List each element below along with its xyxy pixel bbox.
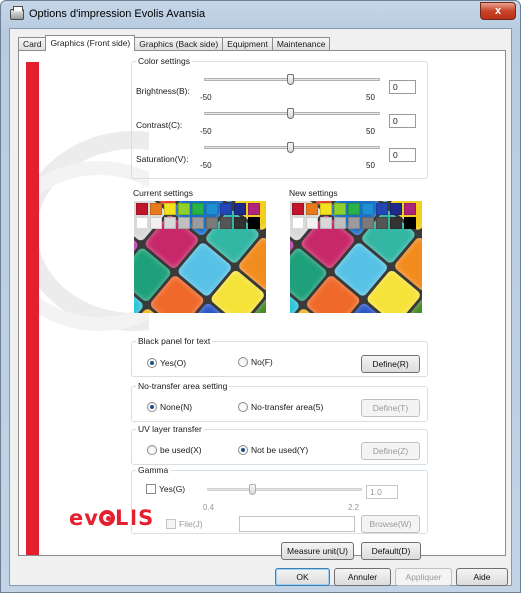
black-panel-title: Black panel for text <box>136 336 213 346</box>
uv-not-used-radio[interactable] <box>238 445 248 455</box>
brightness-max: 50 <box>366 93 375 102</box>
uv-not-used-label[interactable]: Not be used(Y) <box>251 445 308 455</box>
contrast-label: Contrast(C): <box>136 120 183 130</box>
brightness-label: Brightness(B): <box>136 86 190 96</box>
tab-graphics-front[interactable]: Graphics (Front side) <box>45 35 136 51</box>
ok-button[interactable]: OK <box>275 568 330 586</box>
gamma-input[interactable]: 1.0 <box>366 485 398 499</box>
tab-strip: Card Graphics (Front side) Graphics (Bac… <box>18 35 331 51</box>
saturation-label: Saturation(V): <box>136 154 189 164</box>
gamma-max: 2.2 <box>348 503 360 512</box>
uv-used-label[interactable]: be used(X) <box>160 445 202 455</box>
gamma-file-path-input[interactable] <box>239 516 355 532</box>
tab-card[interactable]: Card <box>18 37 47 51</box>
apply-button[interactable]: Appliquer <box>395 568 452 586</box>
gamma-track <box>207 488 362 491</box>
title-bar[interactable]: Options d'impression Evolis Avansia x <box>1 1 520 28</box>
uv-used-radio[interactable] <box>147 445 157 455</box>
gamma-yes-label[interactable]: Yes(G) <box>159 484 185 494</box>
tab-page-graphics-front: ev LIS Color settings Brightness(B): -50 … <box>18 50 506 560</box>
dialog-window: Options d'impression Evolis Avansia x Ca… <box>0 0 521 593</box>
no-transfer-group: No-transfer area setting None(N) No-tran… <box>131 381 428 422</box>
gamma-browse-button[interactable]: Browse(W) <box>361 515 420 533</box>
no-transfer-define-button[interactable]: Define(T) <box>361 399 420 417</box>
dialog-client-area: Card Graphics (Front side) Graphics (Bac… <box>9 28 512 586</box>
saturation-max: 50 <box>366 161 375 170</box>
gamma-file-checkbox[interactable] <box>166 519 176 529</box>
black-panel-no-radio[interactable] <box>238 357 248 367</box>
black-panel-yes-label[interactable]: Yes(O) <box>160 358 186 368</box>
black-panel-no-label[interactable]: No(F) <box>251 357 273 367</box>
new-settings-preview <box>290 201 422 313</box>
gamma-file-label[interactable]: File(J) <box>179 519 203 529</box>
no-transfer-area-radio[interactable] <box>238 402 248 412</box>
contrast-input[interactable]: 0 <box>389 114 416 128</box>
black-panel-yes-radio[interactable] <box>147 358 157 368</box>
brand-accent-bar <box>26 62 39 555</box>
color-settings-group: Color settings Brightness(B): -50 50 0 C… <box>131 56 428 179</box>
saturation-min: -50 <box>200 161 212 170</box>
uv-define-button[interactable]: Define(Z) <box>361 442 420 460</box>
contrast-max: 50 <box>366 127 375 136</box>
cancel-button[interactable]: Annuler <box>334 568 391 586</box>
tab-equipment[interactable]: Equipment <box>222 37 273 51</box>
tab-maintenance[interactable]: Maintenance <box>271 37 331 51</box>
help-button[interactable]: Aide <box>456 568 508 586</box>
color-settings-title: Color settings <box>136 56 192 66</box>
close-button[interactable]: x <box>480 2 516 20</box>
tab-graphics-back[interactable]: Graphics (Back side) <box>134 37 224 51</box>
contrast-min: -50 <box>200 127 212 136</box>
measure-unit-button[interactable]: Measure unit(U) <box>281 542 354 560</box>
uv-layer-title: UV layer transfer <box>136 424 204 434</box>
current-settings-label: Current settings <box>133 188 193 198</box>
saturation-input[interactable]: 0 <box>389 148 416 162</box>
gamma-group: Gamma Yes(G) 0.4 2.2 1.0 File(J) Browse(… <box>131 465 428 534</box>
no-transfer-title: No-transfer area setting <box>136 381 230 391</box>
saturation-slider[interactable] <box>287 142 294 153</box>
no-transfer-none-radio[interactable] <box>147 402 157 412</box>
uv-layer-group: UV layer transfer be used(X) Not be used… <box>131 424 428 465</box>
default-button[interactable]: Default(D) <box>361 542 421 560</box>
printer-icon <box>10 6 24 20</box>
gamma-yes-checkbox[interactable] <box>146 484 156 494</box>
no-transfer-none-label[interactable]: None(N) <box>160 402 192 412</box>
no-transfer-area-label[interactable]: No-transfer area(5) <box>251 402 323 412</box>
black-panel-define-button[interactable]: Define(R) <box>361 355 420 373</box>
gamma-slider[interactable] <box>249 484 256 495</box>
black-panel-group: Black panel for text Yes(O) No(F) Define… <box>131 336 428 377</box>
contrast-slider[interactable] <box>287 108 294 119</box>
brightness-slider[interactable] <box>287 74 294 85</box>
new-settings-label: New settings <box>289 188 338 198</box>
current-settings-preview <box>134 201 266 313</box>
window-title: Options d'impression Evolis Avansia <box>29 8 206 20</box>
gamma-min: 0.4 <box>203 503 215 512</box>
brightness-input[interactable]: 0 <box>389 80 416 94</box>
brightness-min: -50 <box>200 93 212 102</box>
gamma-title: Gamma <box>136 465 171 475</box>
